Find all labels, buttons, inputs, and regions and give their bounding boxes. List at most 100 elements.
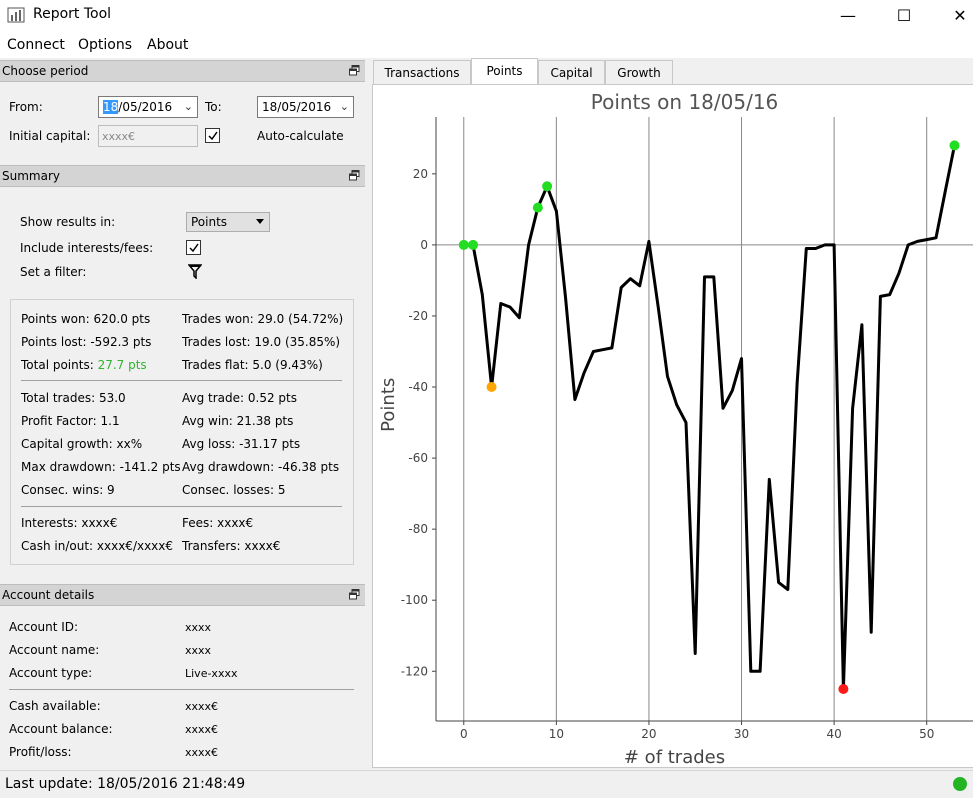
avg-win: Avg win: 21.38 pts [182, 414, 294, 428]
to-date-input[interactable]: 18/05/2016 ⌄ [257, 96, 354, 118]
status-bar: Last update: 18/05/2016 21:48:49 [0, 770, 973, 798]
points-tab-pane: Points on 18/05/16 0 10 20 30 40 50 20 0 -20 -40 -6… [372, 84, 973, 768]
period-header-label: Choose period [2, 64, 89, 78]
last-update-text: Last update: 18/05/2016 21:48:49 [5, 776, 246, 792]
x-tick-label: 30 [734, 727, 749, 741]
chevron-down-icon[interactable]: ⌄ [184, 100, 193, 113]
menu-connect[interactable]: Connect [7, 37, 65, 53]
tab-points[interactable]: Points [471, 58, 538, 85]
points-chart: Points on 18/05/16 0 10 20 30 40 50 20 0 -20 -40 -6… [378, 90, 973, 768]
consec-losses: Consec. losses: 5 [182, 483, 286, 497]
x-tick-label: 0 [460, 727, 468, 741]
account-name-value: xxxx [185, 644, 212, 657]
separator [21, 380, 342, 381]
undock-icon[interactable] [349, 170, 360, 181]
from-date-input[interactable]: 18/05/2016 ⌄ [98, 96, 198, 118]
auto-calculate-label: Auto-calculate [257, 129, 344, 143]
account-name-label: Account name: [9, 643, 100, 657]
cash-available-label: Cash available: [9, 699, 101, 713]
menu-bar: Connect Options About [0, 30, 973, 58]
from-date-rest: /05/2016 [118, 100, 173, 114]
points-won: Points won: 620.0 pts [21, 312, 151, 326]
right-panel: Transactions Points Capital Growth Point… [371, 58, 973, 770]
chart-title: Points on 18/05/16 [591, 90, 779, 114]
close-button[interactable]: ✕ [935, 0, 973, 30]
fees: Fees: xxxx€ [182, 516, 254, 530]
account-type-value: Live-xxxx [185, 667, 238, 680]
summary-dock-header[interactable]: Summary [0, 165, 365, 187]
interests: Interests: xxxx€ [21, 516, 118, 530]
auto-calculate-checkbox[interactable] [205, 128, 220, 143]
y-axis-label: Points [378, 378, 399, 432]
include-interests-label: Include interests/fees: [20, 241, 154, 255]
avg-drawdown: Avg drawdown: -46.38 pts [182, 460, 340, 474]
points-series-line [463, 145, 956, 691]
y-tick-label: -100 [401, 593, 428, 607]
y-tick-label: -80 [408, 522, 428, 536]
account-balance-label: Account balance: [9, 722, 113, 736]
capital-growth: Capital growth: xx% [21, 437, 143, 451]
x-tick-label: 50 [919, 727, 934, 741]
chevron-down-icon[interactable]: ⌄ [340, 100, 349, 113]
data-point-marker [532, 202, 543, 213]
tab-transactions[interactable]: Transactions [373, 60, 471, 84]
separator [21, 506, 342, 507]
show-results-select[interactable]: Points [186, 212, 270, 232]
undock-icon[interactable] [349, 65, 360, 76]
to-label: To: [205, 100, 222, 114]
period-dock-header[interactable]: Choose period [0, 60, 365, 82]
from-label: From: [9, 100, 43, 114]
points-lost: Points lost: -592.3 pts [21, 335, 152, 349]
show-results-label: Show results in: [20, 215, 116, 229]
initial-capital-input[interactable]: xxxx€ [98, 125, 198, 147]
chart-app-icon [7, 7, 25, 23]
set-filter-label: Set a filter: [20, 265, 87, 279]
menu-about[interactable]: About [147, 37, 188, 53]
tab-capital[interactable]: Capital [538, 60, 605, 84]
x-tick-label: 20 [641, 727, 656, 741]
y-tick-label: -40 [408, 380, 428, 394]
total-points-value: 27.7 pts [97, 358, 147, 372]
profit-loss-label: Profit/loss: [9, 745, 72, 759]
y-tick-label: -60 [408, 451, 428, 465]
tab-growth[interactable]: Growth [605, 60, 673, 84]
x-tick-label: 10 [549, 727, 564, 741]
from-date-selected: 18 [103, 100, 119, 114]
data-point-marker [486, 382, 497, 393]
x-tick-label: 40 [826, 727, 841, 741]
check-icon [189, 243, 199, 253]
undock-icon[interactable] [349, 589, 360, 600]
trades-flat: Trades flat: 5.0 (9.43%) [182, 358, 323, 372]
maximize-button[interactable]: ☐ [879, 0, 929, 30]
y-tick-label: -120 [401, 664, 428, 678]
account-header-label: Account details [2, 588, 95, 602]
minimize-button[interactable]: — [823, 0, 873, 30]
total-points: Total points: 27.7 pts [21, 358, 147, 372]
menu-options[interactable]: Options [78, 37, 132, 53]
account-id-value: xxxx [185, 621, 212, 634]
summary-header-label: Summary [2, 169, 60, 183]
total-trades: Total trades: 53.0 [21, 391, 126, 405]
avg-trade: Avg trade: 0.52 pts [182, 391, 297, 405]
to-date-value: 18/05/2016 [262, 100, 332, 114]
transfers: Transfers: xxxx€ [182, 539, 281, 553]
left-panel: Choose period From: 18/05/2016 ⌄ To: 18/… [0, 58, 365, 770]
y-tick-label: 20 [413, 167, 428, 181]
account-dock-header[interactable]: Account details [0, 584, 365, 606]
consec-wins: Consec. wins: 9 [21, 483, 115, 497]
profit-loss-value: xxxx€ [185, 746, 219, 759]
data-point-marker [542, 181, 553, 192]
profit-factor: Profit Factor: 1.1 [21, 414, 120, 428]
account-id-label: Account ID: [9, 620, 79, 634]
avg-loss: Avg loss: -31.17 pts [182, 437, 301, 451]
connection-status-indicator [953, 777, 967, 791]
include-interests-checkbox[interactable] [186, 240, 201, 255]
cash-inout: Cash in/out: xxxx€/xxxx€ [21, 539, 174, 553]
max-drawdown: Max drawdown: -141.2 pts [21, 460, 181, 474]
account-type-label: Account type: [9, 666, 93, 680]
data-point-marker [468, 239, 479, 250]
filter-icon[interactable] [188, 264, 202, 279]
y-tick-label: -20 [408, 309, 428, 323]
initial-capital-label: Initial capital: [9, 129, 91, 143]
data-point-marker [838, 684, 849, 695]
